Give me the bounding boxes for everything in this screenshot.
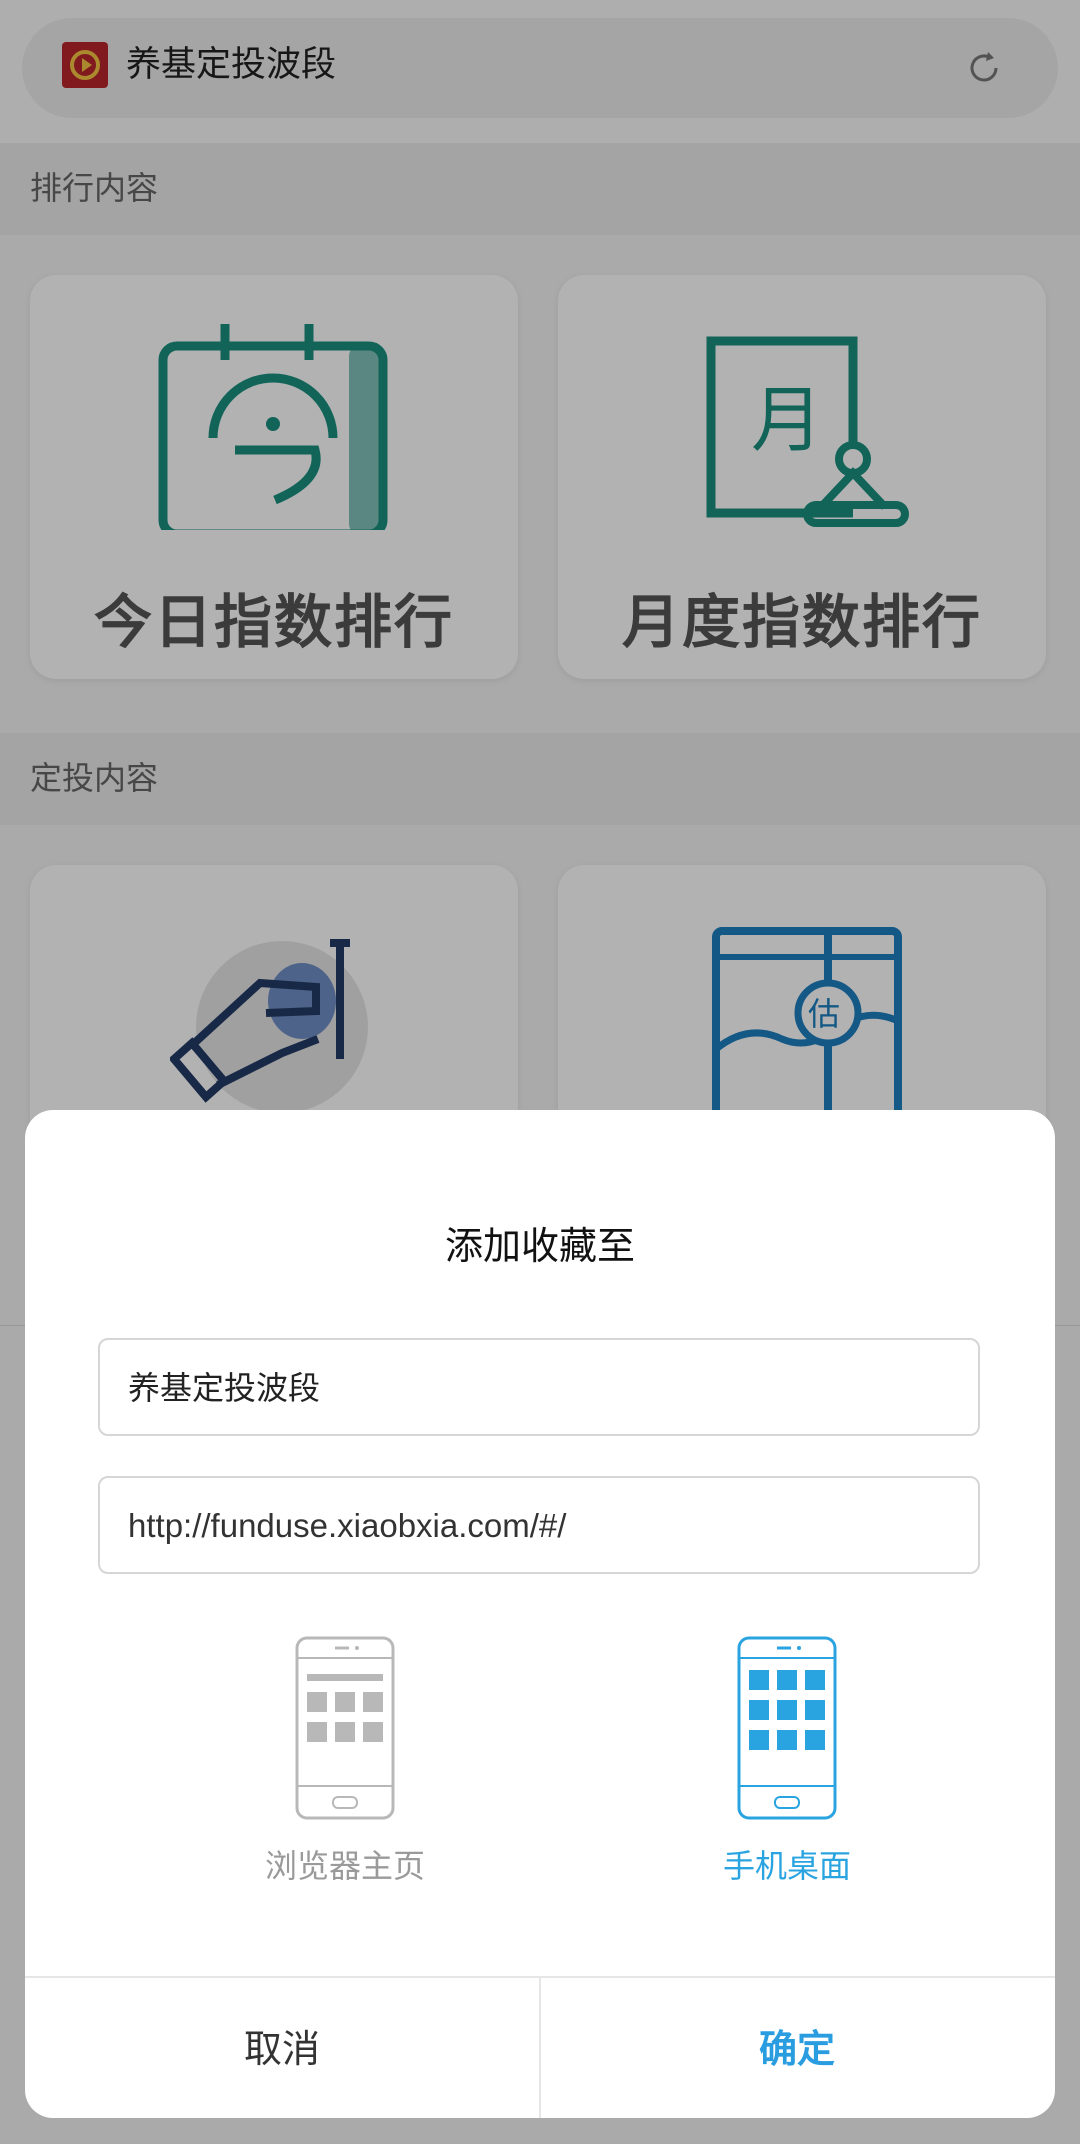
add-bookmark-dialog: 添加收藏至 养基定投波段 http://funduse.xiaobxia.com…	[25, 1110, 1055, 2118]
option-label: 手机桌面	[722, 1847, 851, 1885]
bookmark-url-input[interactable]: http://funduse.xiaobxia.com/#/	[98, 1476, 980, 1574]
option-label: 浏览器主页	[264, 1847, 425, 1885]
confirm-button[interactable]: 确定	[540, 1978, 1054, 2118]
option-browser-home[interactable]: 浏览器主页	[215, 1636, 475, 1916]
bookmark-name-input[interactable]: 养基定投波段	[98, 1338, 980, 1436]
option-phone-desktop[interactable]: 手机桌面	[657, 1636, 917, 1916]
phone-grid-icon	[295, 1636, 395, 1820]
phone-apps-icon	[737, 1636, 837, 1820]
dialog-title: 添加收藏至	[444, 1224, 635, 1268]
dialog-button-row: 取消 确定	[25, 1976, 1055, 2118]
bookmark-name-value: 养基定投波段	[128, 1369, 321, 1407]
bookmark-url-value: http://funduse.xiaobxia.com/#/	[128, 1507, 567, 1544]
cancel-button[interactable]: 取消	[25, 1978, 539, 2118]
